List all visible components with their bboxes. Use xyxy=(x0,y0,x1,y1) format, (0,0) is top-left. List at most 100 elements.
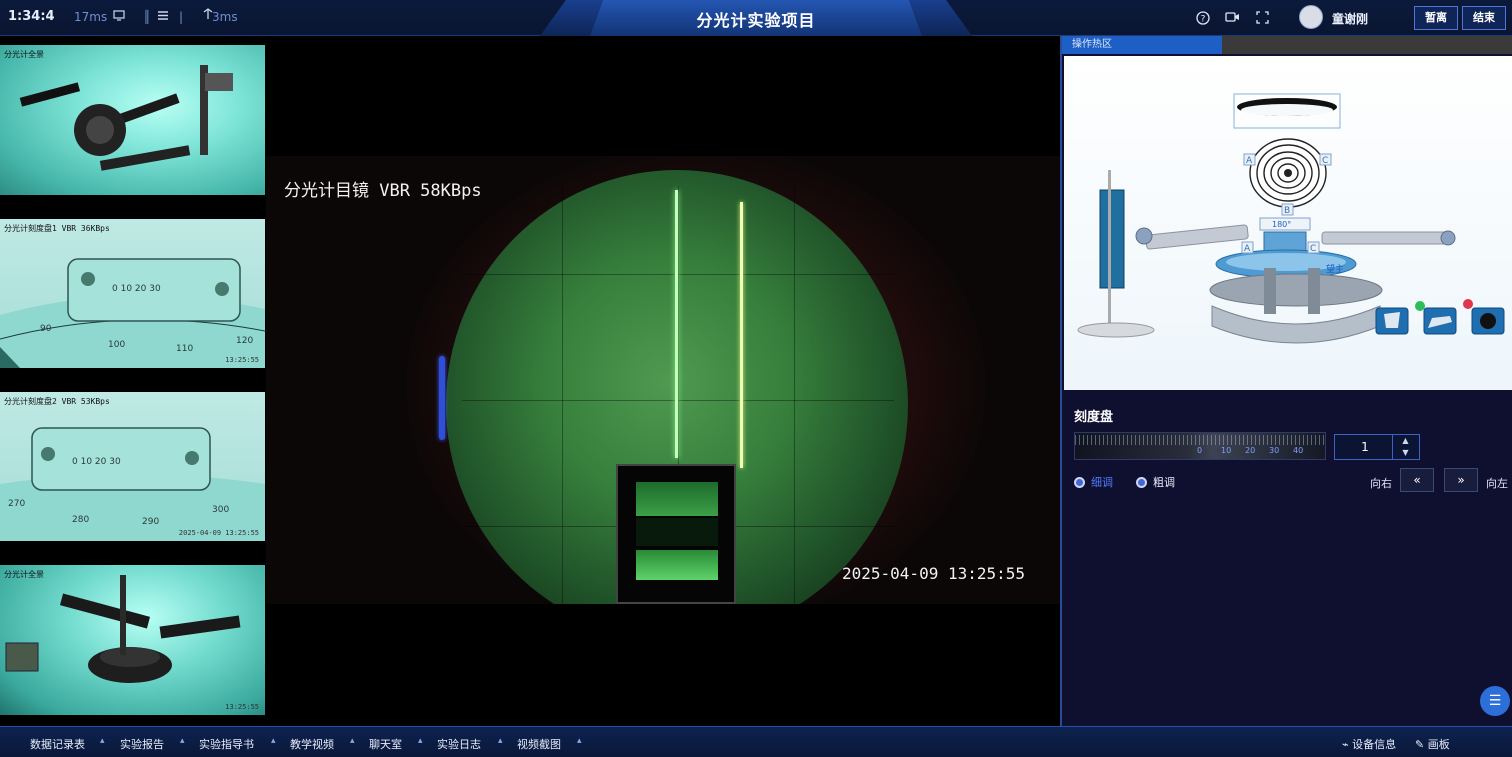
ping-readout: 3ms xyxy=(212,10,238,24)
end-button[interactable]: 结束 xyxy=(1462,6,1506,30)
session-clock: 1:34:4 xyxy=(8,9,55,24)
diagram-label: C xyxy=(1322,156,1328,166)
dial-number: 10 xyxy=(1221,446,1232,455)
camera-thumb-dial-2[interactable]: 0 10 20 30 270 280 290 300 分光计刻度盘2 VBR 5… xyxy=(0,392,265,541)
control-panel: 操作热区 A C B 180° A C 望主 刻度盘 0 10 20 30 40… xyxy=(1060,36,1512,726)
prism-band xyxy=(636,482,718,516)
radio-fine-adjust[interactable]: 细调 xyxy=(1074,474,1113,490)
dial-thumbnail-graphic: 0 10 20 30 270 280 290 300 xyxy=(0,427,265,541)
svg-text:0 10 20 30: 0 10 20 30 xyxy=(112,284,161,294)
svg-text:300: 300 xyxy=(212,505,229,515)
dial-ticks xyxy=(1075,435,1325,445)
tab-video[interactable]: 教学视频 xyxy=(290,736,334,752)
camera-thumb-overview-2[interactable]: 分光计全景 13:25:55 xyxy=(0,565,265,715)
spectral-line-yellow xyxy=(740,202,743,468)
tab-report[interactable]: 实验报告 xyxy=(120,736,164,752)
fullscreen-icon[interactable] xyxy=(1255,11,1269,25)
tab-guide[interactable]: 实验指导书 xyxy=(199,736,254,752)
rotate-right-button[interactable]: « xyxy=(1400,468,1434,492)
separator-icon: ▴ xyxy=(498,736,503,746)
divider-icon: | xyxy=(178,10,184,24)
separator-icon: ▴ xyxy=(577,736,582,746)
rotate-left-button[interactable]: » xyxy=(1444,468,1478,492)
tab-data-record[interactable]: 数据记录表 xyxy=(30,736,85,752)
dial-number: 20 xyxy=(1245,446,1256,455)
user-name: 童谢刚 xyxy=(1332,12,1369,26)
page-title: 分光计实验项目 xyxy=(696,11,816,30)
eyepiece-feed: 分光计目镜 VBR 58KBps 2025-04-09 13:25:55 xyxy=(266,156,1060,604)
spectrometer-thumbnail-graphic xyxy=(5,575,241,683)
diagram-prism-toggle-icon xyxy=(1423,307,1457,335)
separator-icon: ▴ xyxy=(350,736,355,746)
dial-thumbnail-graphic: 0 10 20 30 90 100 110 120 xyxy=(0,258,265,368)
device-info-button[interactable]: ⌁ 设备信息 xyxy=(1342,736,1396,752)
thumb-timestamp: 13:25:55 xyxy=(225,703,259,711)
crosshair-line xyxy=(562,186,563,604)
tab-chat[interactable]: 聊天室 xyxy=(369,736,402,752)
radio-label: 粗调 xyxy=(1153,476,1175,489)
device-info-label: 设备信息 xyxy=(1352,738,1397,751)
camera-icon[interactable] xyxy=(1225,11,1239,25)
dial-panel-title: 刻度盘 xyxy=(1074,410,1114,425)
spectrometer-illustration: A C B 180° A C 望主 xyxy=(1077,93,1505,344)
pencil-icon: ✎ xyxy=(1415,738,1425,751)
drawboard-button[interactable]: ✎ 画板 xyxy=(1415,736,1450,752)
dial-number: 40 xyxy=(1293,446,1304,455)
diagram-label: 望主 xyxy=(1326,263,1344,275)
svg-text:120: 120 xyxy=(236,336,253,346)
spectrometer-thumbnail-graphic xyxy=(19,65,233,171)
tab-screenshot[interactable]: 视频截图 xyxy=(517,736,561,752)
chevron-down-icon[interactable]: ▼ xyxy=(1393,447,1418,459)
camera-thumb-dial-1[interactable]: 0 10 20 30 90 100 110 120 分光计刻度盘1 VBR 36… xyxy=(0,219,265,368)
dial-scale-slider[interactable]: 0 10 20 30 40 xyxy=(1074,432,1326,460)
diagram-label: 180° xyxy=(1272,220,1291,229)
drawboard-label: 画板 xyxy=(1427,738,1450,751)
hotzone-tabbar: 操作热区 xyxy=(1062,36,1512,54)
thumb-timestamp: 2025-04-09 13:25:55 xyxy=(178,529,259,537)
video-osd-title: 分光计目镜 VBR 58KBps xyxy=(284,181,482,201)
prism-holder xyxy=(616,464,736,604)
svg-text:?: ? xyxy=(1201,15,1206,25)
direction-right-label: 向右 xyxy=(1370,477,1392,490)
video-osd-timestamp: 2025-04-09 13:25:55 xyxy=(842,564,1026,583)
spectrometer-diagram[interactable]: A C B 180° A C 望主 xyxy=(1064,56,1512,390)
divider-icon: ║ xyxy=(143,10,151,24)
chevron-up-icon[interactable]: ▲ xyxy=(1393,435,1418,447)
radio-label: 细调 xyxy=(1091,476,1113,489)
diagram-grating-icon xyxy=(1249,138,1327,208)
tab-hotzone[interactable]: 操作热区 xyxy=(1062,36,1222,54)
radio-coarse-adjust[interactable]: 粗调 xyxy=(1136,474,1175,490)
diagram-eyepiece-toggle-icon xyxy=(1471,307,1505,335)
avatar[interactable] xyxy=(1299,5,1323,29)
top-bar: 1:34:4 17ms ║ | 3ms 分光计实验项目 ? 童谢刚 暂离 结束 xyxy=(0,0,1512,36)
diagram-label: B xyxy=(1284,206,1290,216)
help-icon[interactable]: ? xyxy=(1196,11,1210,25)
menu-fab-icon[interactable]: ☰ xyxy=(1480,686,1510,716)
thumb-label: 分光计全景 xyxy=(4,50,44,59)
spectral-line-blue xyxy=(439,356,445,440)
thumb-label: 分光计全景 xyxy=(4,570,44,579)
value-stepper[interactable]: ▲ ▼ xyxy=(1392,435,1418,459)
separator-icon: ▴ xyxy=(418,736,423,746)
leave-button[interactable]: 暂离 xyxy=(1414,6,1458,30)
prism-band xyxy=(636,518,718,546)
diagram-label: A xyxy=(1246,156,1253,166)
radio-icon xyxy=(1136,476,1147,488)
svg-text:270: 270 xyxy=(8,499,25,509)
spectral-line-green xyxy=(675,190,678,458)
latency-readout: 17ms xyxy=(74,10,108,24)
radio-selected-icon xyxy=(1074,476,1085,488)
tab-log[interactable]: 实验日志 xyxy=(437,736,481,752)
svg-text:90: 90 xyxy=(40,324,52,334)
prism-band xyxy=(636,550,718,580)
dial-number: 30 xyxy=(1269,446,1280,455)
list-icon[interactable] xyxy=(156,10,170,24)
separator-icon: ▴ xyxy=(180,736,185,746)
monitor-icon[interactable] xyxy=(112,10,126,24)
main-camera-view[interactable]: 分光计目镜 VBR 58KBps 2025-04-09 13:25:55 xyxy=(266,36,1060,726)
svg-text:110: 110 xyxy=(176,344,193,354)
diagram-label: A xyxy=(1244,244,1251,254)
signal-icon: ⌁ xyxy=(1342,738,1349,751)
camera-thumb-overview-1[interactable]: 分光计全景 xyxy=(0,45,265,195)
svg-text:0 10 20 30: 0 10 20 30 xyxy=(72,457,121,467)
